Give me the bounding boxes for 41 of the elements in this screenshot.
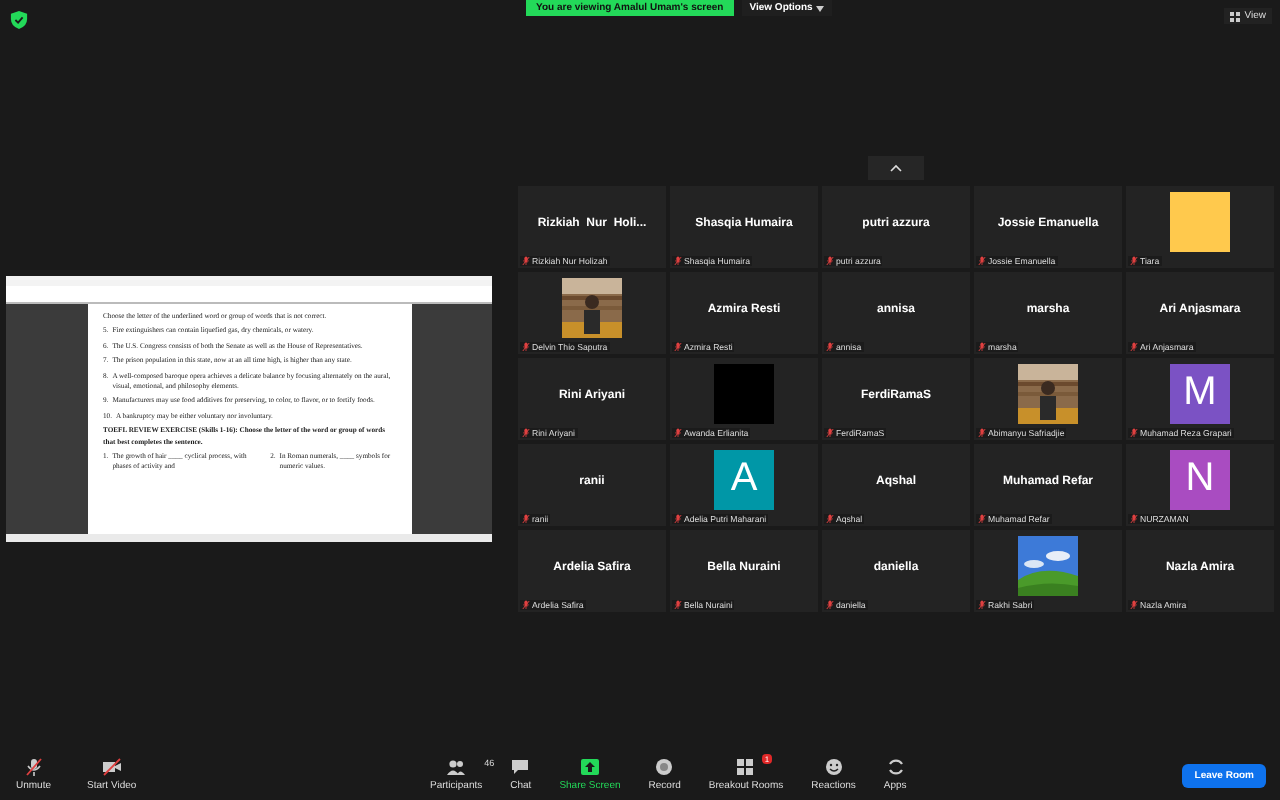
muted-microphone-icon xyxy=(674,600,682,610)
apps-icon xyxy=(885,758,906,776)
smiley-icon xyxy=(823,758,844,776)
muted-microphone-icon xyxy=(522,514,530,524)
record-icon xyxy=(654,758,675,776)
grid-icon xyxy=(1230,11,1241,21)
muted-microphone-icon xyxy=(522,428,530,438)
avatar: M xyxy=(1170,363,1230,423)
muted-microphone-icon xyxy=(23,758,44,776)
avatar: N xyxy=(1170,449,1230,509)
muted-microphone-icon xyxy=(826,428,834,438)
muted-microphone-icon xyxy=(674,342,682,352)
people-icon xyxy=(446,758,467,776)
muted-microphone-icon xyxy=(826,256,834,266)
muted-microphone-icon xyxy=(522,342,530,352)
muted-microphone-icon xyxy=(1130,428,1138,438)
muted-microphone-icon xyxy=(978,428,986,438)
muted-microphone-icon xyxy=(1130,600,1138,610)
muted-microphone-icon xyxy=(978,600,986,610)
shield-icon xyxy=(10,10,28,30)
avatar: A xyxy=(714,449,774,509)
muted-microphone-icon xyxy=(826,514,834,524)
muted-microphone-icon xyxy=(674,514,682,524)
grid-icon xyxy=(736,758,757,776)
muted-microphone-icon xyxy=(522,256,530,266)
muted-microphone-icon xyxy=(1130,256,1138,266)
muted-microphone-icon xyxy=(826,600,834,610)
muted-microphone-icon xyxy=(1130,514,1138,524)
scroll-up-button[interactable] xyxy=(868,156,924,180)
muted-microphone-icon xyxy=(978,256,986,266)
muted-microphone-icon xyxy=(826,342,834,352)
caret-icon xyxy=(816,5,825,11)
muted-microphone-icon xyxy=(1130,342,1138,352)
chat-icon xyxy=(510,758,531,776)
video-off-icon xyxy=(101,758,122,776)
muted-microphone-icon xyxy=(674,428,682,438)
muted-microphone-icon xyxy=(978,342,986,352)
muted-microphone-icon xyxy=(522,600,530,610)
share-screen-icon xyxy=(579,758,600,776)
muted-microphone-icon xyxy=(978,514,986,524)
muted-microphone-icon xyxy=(674,256,682,266)
